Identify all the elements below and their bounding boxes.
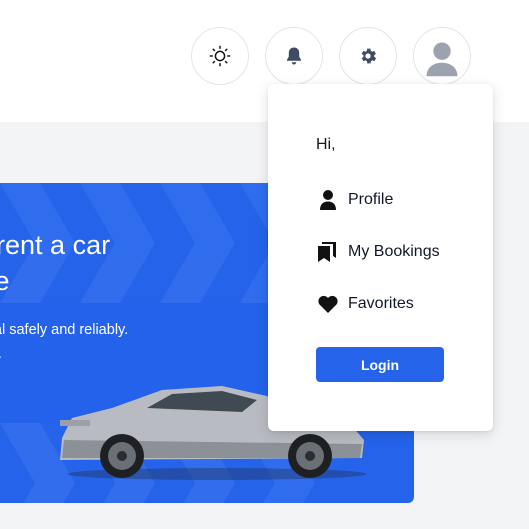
login-button[interactable]: Login	[316, 347, 444, 382]
sun-icon	[209, 45, 231, 67]
menu-item-favorites[interactable]: Favorites	[316, 292, 414, 316]
menu-item-profile[interactable]: Profile	[316, 188, 393, 212]
menu-item-my-bookings[interactable]: My Bookings	[316, 240, 440, 264]
heart-icon	[316, 292, 340, 316]
notifications-button[interactable]	[265, 27, 323, 85]
menu-item-label: Profile	[348, 191, 394, 208]
user-menu-dropdown: Hi, Profile My Bookings Favorites Login	[268, 84, 493, 431]
bell-icon	[287, 47, 301, 65]
menu-item-label: Favorites	[348, 295, 414, 312]
greeting-text: Hi,	[316, 136, 336, 153]
gear-icon	[361, 48, 377, 64]
user-avatar-button[interactable]	[413, 27, 471, 85]
user-avatar-icon	[426, 42, 458, 77]
settings-button[interactable]	[339, 27, 397, 85]
bookmarks-icon	[316, 240, 340, 264]
menu-item-label: My Bookings	[348, 243, 440, 260]
theme-toggle-button[interactable]	[191, 27, 249, 85]
user-icon	[316, 188, 340, 212]
